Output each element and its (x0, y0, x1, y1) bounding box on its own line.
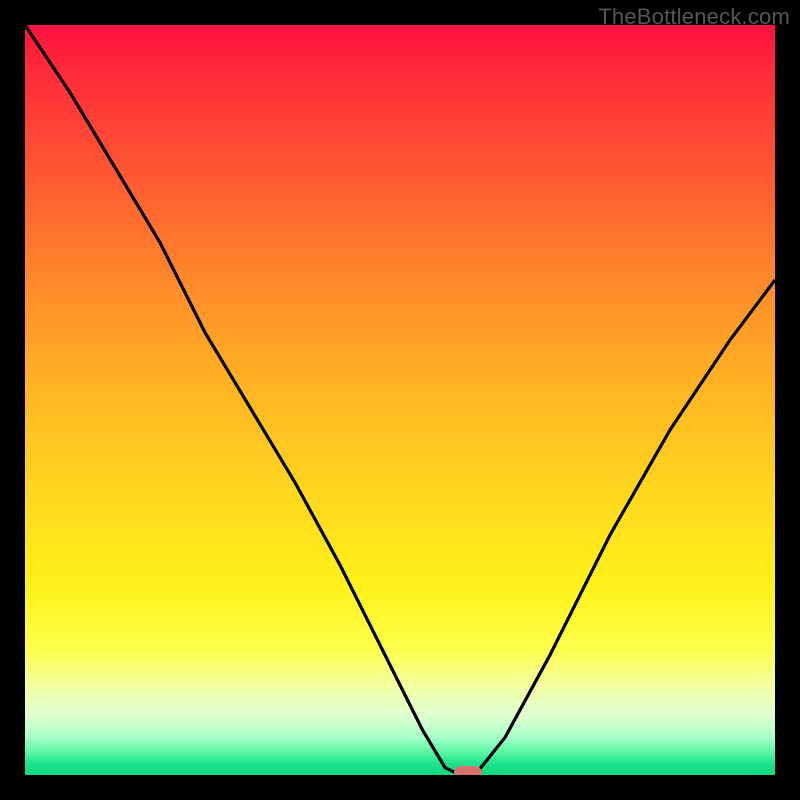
plot-area (25, 25, 775, 775)
watermark-text: TheBottleneck.com (598, 4, 790, 30)
chart-frame: TheBottleneck.com (0, 0, 800, 800)
bottleneck-curve (25, 25, 775, 775)
minimum-marker (454, 766, 482, 775)
